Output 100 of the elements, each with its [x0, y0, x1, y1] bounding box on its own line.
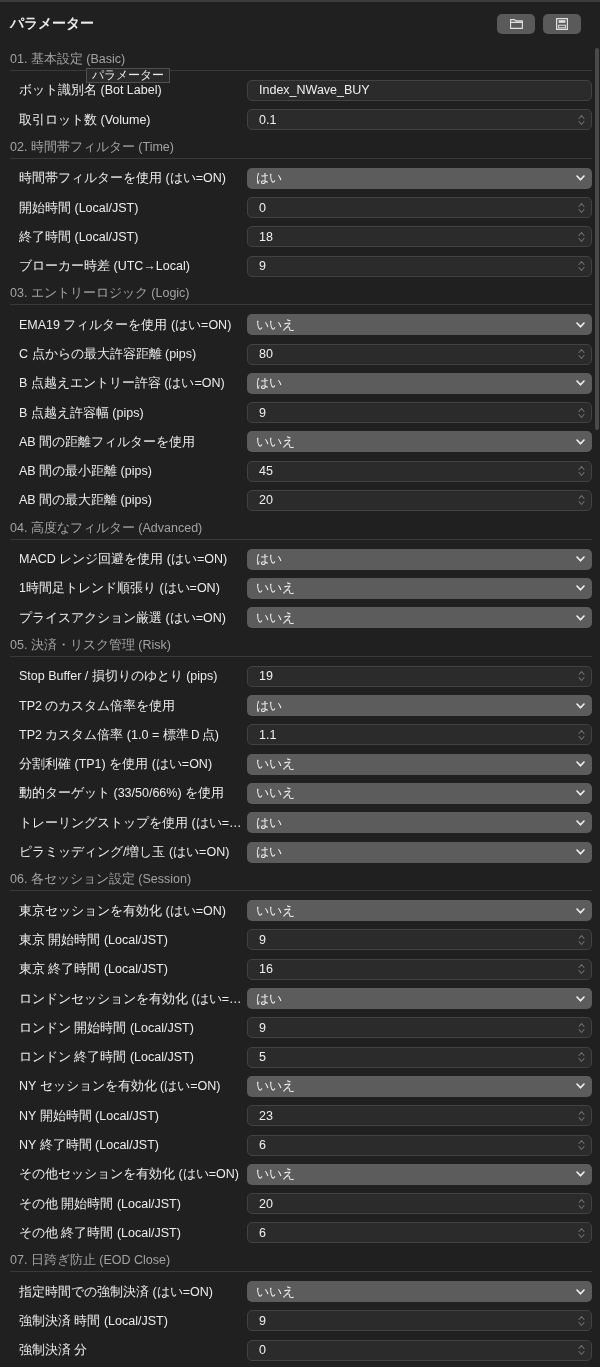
section-title: 05. 決済・リスク管理 (Risk)	[10, 637, 171, 652]
field-label: NY 開始時間 (Local/JST)	[19, 1108, 159, 1123]
chevron-down-icon	[576, 438, 585, 445]
dropdown[interactable]: いいえ	[247, 314, 592, 336]
section-title: 01. 基本設定 (Basic)	[10, 51, 126, 66]
number-field[interactable]: 18	[247, 226, 592, 248]
save-button[interactable]	[543, 13, 581, 35]
chevron-down-icon	[576, 1083, 585, 1090]
dropdown[interactable]: いいえ	[247, 782, 592, 804]
number-field[interactable]: 23	[247, 1105, 592, 1127]
spinner-icon	[578, 494, 585, 507]
number-field[interactable]: 9	[247, 929, 592, 951]
field-label: 東京セッションを有効化 (はい=ON)	[19, 903, 226, 918]
dropdown[interactable]: はい	[247, 841, 592, 863]
field-label: 取引ロット数 (Volume)	[19, 112, 151, 127]
spinner-icon	[578, 933, 585, 946]
folder-button[interactable]	[497, 13, 535, 35]
number-field[interactable]: 6	[247, 1222, 592, 1244]
field-label: B 点越えエントリー許容 (はい=ON)	[19, 376, 225, 391]
field-label: 強制決済 時間 (Local/JST)	[19, 1313, 168, 1328]
section-title: 06. 各セッション設定 (Session)	[10, 872, 192, 887]
field-label: TP2 のカスタム倍率を使用	[19, 698, 176, 713]
chevron-down-icon	[576, 1171, 585, 1178]
field-label: 指定時間での強制決済 (はい=ON)	[19, 1284, 213, 1299]
number-field[interactable]: 20	[247, 1193, 592, 1215]
section-title: 07. 日跨ぎ防止 (EOD Close)	[10, 1253, 171, 1268]
text-field[interactable]: Index_NWave_BUY	[247, 79, 592, 101]
field-label: 時間帯フィルターを使用 (はい=ON)	[19, 171, 226, 186]
field-label: ロンドン 開始時間 (Local/JST)	[19, 1020, 194, 1035]
number-field[interactable]: 20	[247, 490, 592, 511]
number-field[interactable]: 6	[247, 1134, 592, 1156]
spinner-icon	[578, 230, 585, 243]
field-label: プライスアクション厳選 (はい=ON)	[19, 610, 226, 625]
dropdown[interactable]: いいえ	[247, 1281, 592, 1302]
number-field[interactable]: 19	[247, 665, 592, 687]
chevron-down-icon	[576, 907, 585, 914]
section-title: 03. エントリーロジック (Logic)	[10, 286, 190, 301]
field-label: B 点越え許容幅 (pips)	[19, 405, 144, 420]
field-label: MACD レンジ回避を使用 (はい=ON)	[19, 552, 228, 567]
field-label: トレーリングストップを使用 (はい=…	[19, 815, 242, 830]
spinner-icon	[578, 1226, 585, 1239]
number-field[interactable]: 0	[247, 1339, 592, 1361]
field-label: AB 間の最小距離 (pips)	[19, 464, 152, 479]
save-icon	[556, 18, 568, 31]
number-field[interactable]: 9	[247, 1310, 592, 1332]
chevron-down-icon	[576, 1288, 585, 1295]
number-field[interactable]: 9	[247, 255, 592, 277]
field-label: 開始時間 (Local/JST)	[19, 200, 139, 215]
field-label: ロンドン 終了時間 (Local/JST)	[19, 1050, 194, 1065]
chevron-down-icon	[576, 585, 585, 592]
spinner-icon	[578, 670, 585, 683]
spinner-icon	[578, 1139, 585, 1151]
number-field[interactable]: 45	[247, 460, 592, 482]
field-label: 東京 終了時間 (Local/JST)	[19, 962, 168, 977]
number-field[interactable]: 0	[247, 197, 592, 218]
dropdown[interactable]: はい	[247, 988, 592, 1010]
dropdown[interactable]: いいえ	[247, 900, 592, 922]
dropdown[interactable]: はい	[247, 695, 592, 717]
spinner-icon	[578, 113, 585, 126]
spinner-icon	[578, 1344, 585, 1357]
number-field[interactable]: 80	[247, 343, 592, 365]
spinner-icon	[578, 728, 585, 741]
number-field[interactable]: 5	[247, 1046, 592, 1068]
number-field[interactable]: 9	[247, 1017, 592, 1039]
field-label: その他 開始時間 (Local/JST)	[19, 1196, 181, 1211]
number-field[interactable]: 0.1	[247, 109, 592, 131]
field-label: AB 間の最大距離 (pips)	[19, 493, 152, 508]
field-label: その他 終了時間 (Local/JST)	[19, 1225, 181, 1240]
dropdown[interactable]: いいえ	[247, 1075, 592, 1097]
scrollbar-thumb[interactable]	[595, 48, 599, 431]
dropdown[interactable]: いいえ	[247, 607, 592, 629]
field-label: ピラミッディング/増し玉 (はい=ON)	[19, 845, 230, 860]
spinner-icon	[578, 348, 585, 360]
spinner-icon	[578, 1109, 585, 1122]
spinner-icon	[578, 406, 585, 419]
spinner-icon	[578, 465, 585, 478]
number-field[interactable]: 16	[247, 958, 592, 980]
chevron-down-icon	[576, 614, 585, 621]
field-label: EMA19 フィルターを使用 (はい=ON)	[19, 317, 232, 332]
number-field[interactable]: 9	[247, 402, 592, 424]
dropdown[interactable]: いいえ	[247, 753, 592, 775]
folder-icon	[509, 19, 523, 30]
section-title: 02. 時間帯フィルター (Time)	[10, 139, 174, 154]
dropdown[interactable]: はい	[247, 812, 592, 834]
spinner-icon	[578, 1051, 585, 1064]
field-label: その他セッションを有効化 (はい=ON)	[19, 1167, 239, 1182]
chevron-down-icon	[576, 175, 585, 182]
dropdown[interactable]: はい	[247, 548, 592, 570]
dropdown[interactable]: はい	[247, 167, 592, 189]
dropdown[interactable]: いいえ	[247, 431, 592, 453]
chevron-down-icon	[576, 761, 585, 768]
panel-title: パラメーター	[10, 16, 94, 33]
number-field[interactable]: 1.1	[247, 724, 592, 746]
spinner-icon	[578, 963, 585, 976]
spinner-icon	[578, 1197, 585, 1210]
dropdown[interactable]: いいえ	[247, 1163, 592, 1185]
dropdown[interactable]: いいえ	[247, 577, 592, 599]
field-label: 終了時間 (Local/JST)	[19, 229, 139, 244]
dropdown[interactable]: はい	[247, 372, 592, 394]
spinner-icon	[578, 1021, 585, 1034]
